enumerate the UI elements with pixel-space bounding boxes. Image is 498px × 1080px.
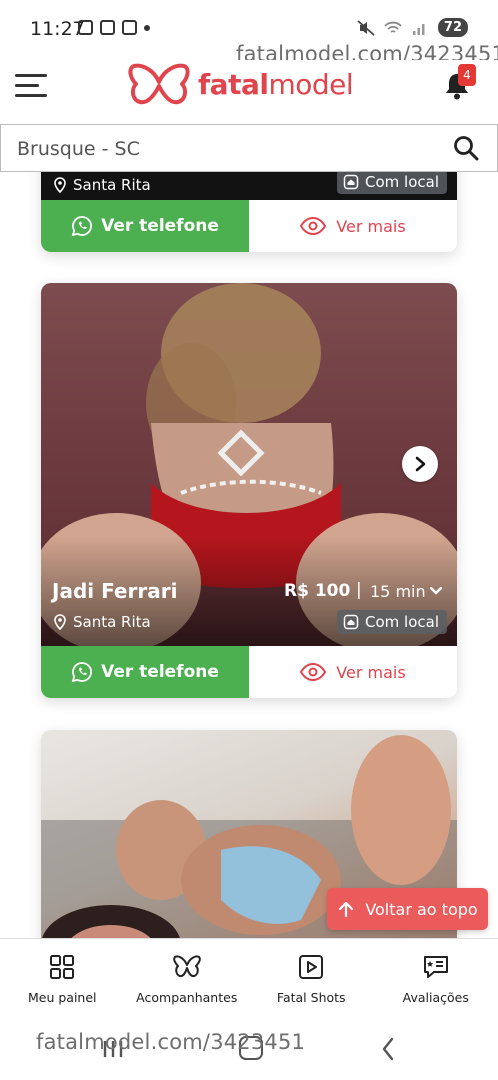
nav-item-fatal-shots[interactable]: Fatal Shots [249, 939, 374, 1020]
search-icon[interactable] [453, 135, 479, 161]
nav-label: Meu painel [27, 990, 97, 1005]
logo[interactable]: fatalmodel [128, 62, 354, 106]
nav-label: Fatal Shots [276, 990, 346, 1005]
com-local-badge: Com local [337, 172, 447, 194]
notification-badge: 4 [458, 64, 476, 86]
search-bar[interactable]: Brusque - SC [0, 124, 498, 172]
listing-card[interactable]: Santa Rita Com local Ver telefone Ver ma… [41, 172, 457, 252]
butterfly-icon [172, 955, 201, 978]
location-pin-icon [54, 614, 66, 630]
bottom-navigation: Meu painel Acompanhantes Fatal Shots Ava… [0, 938, 498, 1020]
nav-label: Acompanhantes [136, 990, 238, 1005]
card-location: Santa Rita [53, 176, 151, 194]
listing-photo[interactable]: Santa Rita Com local [41, 172, 457, 200]
butterfly-logo-icon [128, 63, 190, 105]
eye-icon [300, 216, 327, 236]
card-location: Santa Rita [53, 613, 151, 631]
nav-item-meu-painel[interactable]: Meu painel [0, 939, 125, 1020]
review-icon [423, 956, 448, 978]
whatsapp-icon [71, 662, 93, 683]
battery-indicator: 72 [437, 18, 468, 37]
nav-item-avaliacoes[interactable]: Avaliações [374, 939, 498, 1020]
status-time: 11:27 [30, 18, 85, 40]
back-icon[interactable] [380, 1036, 396, 1062]
notification-icons [78, 20, 150, 35]
arrow-up-icon [339, 901, 354, 918]
view-more-button[interactable]: Ver mais [249, 200, 457, 252]
app-header: fatalmodel [0, 60, 498, 124]
price-separator: | [356, 580, 362, 600]
listing-price: R$ 100 [284, 581, 351, 601]
menu-button[interactable] [15, 74, 47, 100]
home-icon [343, 614, 359, 630]
chat-icon [122, 20, 137, 35]
listing-feed[interactable]: Santa Rita Com local Ver telefone Ver ma… [0, 172, 498, 938]
system-icons: 72 [357, 18, 468, 37]
search-input[interactable]: Brusque - SC [17, 138, 140, 160]
back-to-top-button[interactable]: Voltar ao topo [327, 888, 488, 930]
missed-call-icon [100, 20, 115, 35]
listing-duration[interactable]: 15 min [370, 582, 426, 601]
more-notifications-icon [144, 25, 150, 31]
nav-label: Avaliações [402, 990, 469, 1005]
wifi-icon [384, 21, 402, 33]
mute-icon [357, 19, 375, 36]
view-more-button[interactable]: Ver mais [249, 646, 457, 698]
card-actions: Ver telefone Ver mais [41, 200, 457, 252]
home-icon [343, 174, 359, 190]
screenshot-icon [78, 20, 93, 35]
logo-wordmark: fatalmodel [198, 67, 354, 101]
chevron-right-icon [415, 456, 426, 472]
listing-photo[interactable]: Jadi Ferrari R$ 100 | 15 min Santa Rita … [41, 283, 457, 646]
whatsapp-icon [71, 216, 93, 237]
next-photo-button[interactable] [402, 446, 438, 482]
com-local-badge: Com local [337, 610, 447, 634]
card-actions: Ver telefone Ver mais [41, 646, 457, 698]
play-icon [299, 955, 324, 979]
listing-name: Jadi Ferrari [52, 579, 178, 603]
nav-item-acompanhantes[interactable]: Acompanhantes [125, 939, 250, 1020]
menu-icon [15, 74, 47, 77]
listing-card[interactable]: Jadi Ferrari R$ 100 | 15 min Santa Rita … [41, 283, 457, 698]
location-pin-icon [54, 177, 66, 193]
view-phone-button[interactable]: Ver telefone [41, 200, 249, 252]
chevron-down-icon[interactable] [429, 584, 443, 598]
view-phone-button[interactable]: Ver telefone [41, 646, 249, 698]
dashboard-icon [50, 955, 75, 979]
watermark: fatalmodel.com/3423451 [36, 1030, 306, 1054]
signal-icon [412, 23, 425, 35]
eye-icon [300, 662, 327, 682]
